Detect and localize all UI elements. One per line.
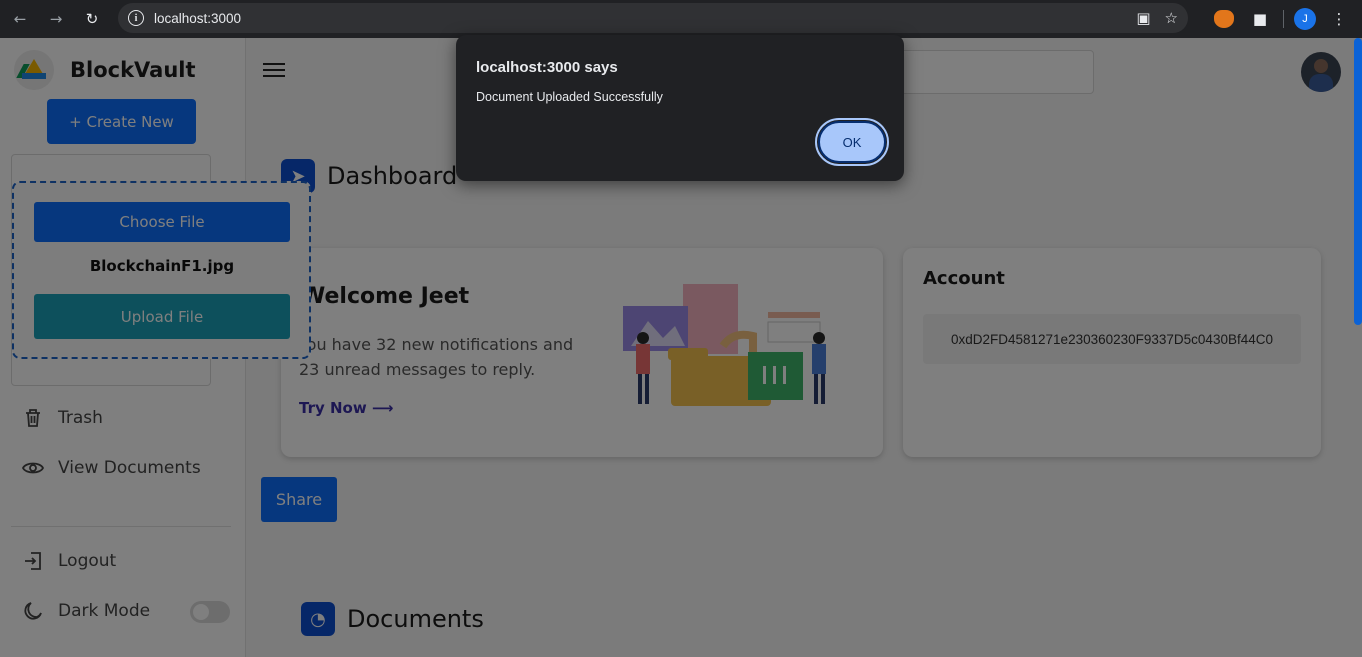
account-card: Account 0xdD2FD4581271e230360230F9337D5c…	[903, 248, 1321, 457]
sidebar-item-label: Logout	[58, 551, 117, 571]
reload-icon[interactable]: ↻	[78, 5, 106, 33]
documents-title: Documents	[347, 605, 484, 633]
choose-file-button[interactable]: Choose File	[34, 202, 290, 242]
alert-ok-button[interactable]: OK	[815, 118, 889, 166]
dashboard-title: Dashboard	[327, 162, 458, 190]
toolbar-separator	[1283, 10, 1284, 28]
trash-icon	[22, 407, 44, 429]
sidebar-item-trash[interactable]: Trash	[22, 407, 103, 429]
browser-toolbar: ← → ↻ i localhost:3000 ▣ ☆ ■ J ⋮	[0, 0, 1362, 38]
upload-popup: Choose File BlockchainF1.jpg Upload File	[12, 181, 311, 359]
blockvault-logo-icon	[14, 50, 54, 90]
metamask-extension-icon[interactable]	[1211, 6, 1237, 32]
sidebar-item-label: Trash	[58, 408, 103, 428]
moon-icon	[22, 600, 44, 622]
upload-file-button[interactable]: Upload File	[34, 294, 290, 339]
user-avatar[interactable]	[1301, 52, 1341, 92]
sidebar-item-logout[interactable]: Logout	[22, 550, 116, 572]
sidebar-item-view-documents[interactable]: View Documents	[22, 457, 201, 479]
install-app-icon[interactable]: ▣	[1136, 9, 1150, 27]
sidebar-item-label: Dark Mode	[58, 601, 151, 621]
browser-menu-icon[interactable]: ⋮	[1326, 6, 1352, 32]
eye-icon	[22, 457, 44, 479]
sidebar-item-dark-mode: Dark Mode	[22, 600, 150, 622]
documents-heading: ◔ Documents	[301, 602, 484, 636]
dark-mode-toggle[interactable]	[190, 601, 230, 623]
account-title: Account	[923, 268, 1005, 289]
alert-title: localhost:3000 says	[476, 59, 618, 76]
alert-message: Document Uploaded Successfully	[476, 90, 663, 104]
selected-file-name: BlockchainF1.jpg	[89, 257, 235, 275]
extensions-puzzle-icon[interactable]: ■	[1247, 6, 1273, 32]
address-url: localhost:3000	[154, 10, 242, 26]
folder-illustration	[623, 284, 826, 406]
back-icon[interactable]: ←	[6, 5, 34, 33]
search-input[interactable]	[880, 50, 1094, 94]
address-bar[interactable]: i localhost:3000 ▣ ☆	[118, 3, 1188, 33]
bookmark-star-icon[interactable]: ☆	[1165, 9, 1178, 27]
share-button[interactable]: Share	[261, 477, 337, 522]
try-now-link[interactable]: Try Now ⟶	[299, 399, 393, 417]
account-address: 0xdD2FD4581271e230360230F9337D5c0430Bf44…	[923, 314, 1301, 364]
welcome-card: Welcome Jeet You have 32 new notificatio…	[281, 248, 883, 457]
welcome-text: You have 32 new notifications and 23 unr…	[299, 335, 574, 379]
site-info-icon[interactable]: i	[128, 10, 144, 26]
create-new-button[interactable]: + Create New	[47, 99, 196, 144]
sidebar-divider	[11, 526, 231, 527]
page-scrollbar[interactable]	[1354, 38, 1362, 325]
alert-dialog: localhost:3000 says Document Uploaded Su…	[456, 35, 904, 181]
gauge-icon: ◔	[301, 602, 335, 636]
forward-icon[interactable]: →	[42, 5, 70, 33]
welcome-title: Welcome Jeet	[301, 284, 470, 309]
brand-name: BlockVault	[70, 58, 196, 82]
menu-hamburger-icon[interactable]	[263, 63, 285, 77]
sidebar-item-label: View Documents	[58, 458, 201, 478]
brand[interactable]: BlockVault	[14, 50, 196, 90]
profile-avatar[interactable]: J	[1294, 8, 1316, 30]
logout-icon	[22, 550, 44, 572]
